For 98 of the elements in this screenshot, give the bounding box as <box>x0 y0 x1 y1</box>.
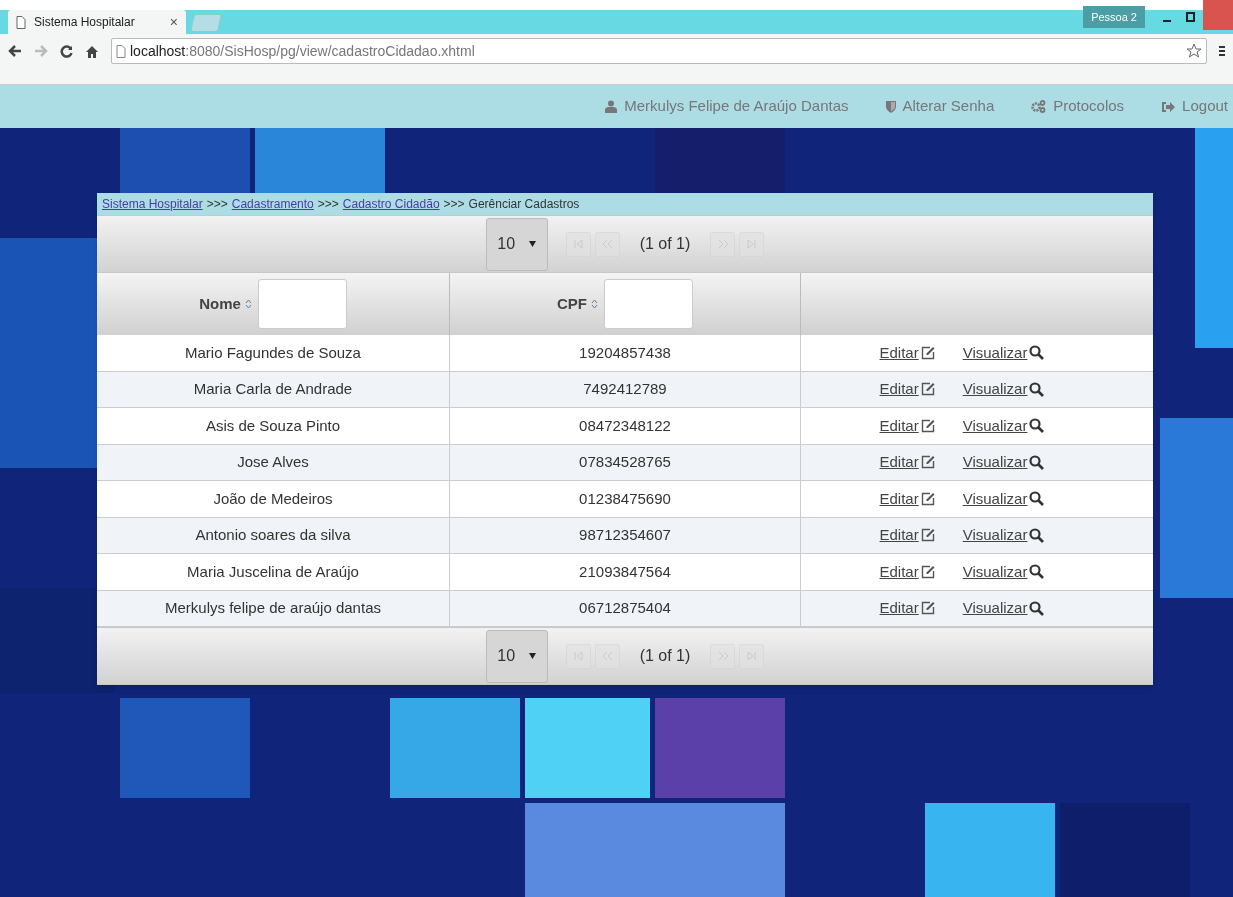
edit-link[interactable]: Editar <box>879 451 935 474</box>
breadcrumb-separator: >>> <box>206 196 228 213</box>
table-cell: Mario Fagundes de Souza <box>97 335 450 371</box>
logout-icon <box>1161 100 1176 113</box>
restore-icon[interactable] <box>1186 12 1195 22</box>
caret-icon <box>529 241 537 247</box>
table-cell: Merkulys felipe de araújo dantas <box>97 590 450 626</box>
filter-field[interactable] <box>604 279 693 329</box>
next-page-icon <box>717 651 728 661</box>
page-report: (1 of 1) <box>639 234 691 254</box>
edit-icon <box>920 491 935 506</box>
first-page-icon <box>573 239 584 249</box>
edit-icon <box>920 455 935 470</box>
breadcrumb-link[interactable]: Sistema Hospitalar <box>102 195 203 213</box>
tab-title: Sistema Hospitalar <box>34 14 135 31</box>
menu-icon[interactable] <box>1219 45 1225 57</box>
search-icon <box>1029 527 1045 543</box>
sort-icon[interactable] <box>591 299 598 309</box>
last-page-icon <box>746 239 757 249</box>
edit-link[interactable]: Editar <box>879 487 935 510</box>
page-icon <box>16 15 26 29</box>
new-tab-button[interactable] <box>190 14 222 32</box>
table-cell: 21093847564 <box>450 554 801 590</box>
table-cell: 19204857438 <box>450 335 801 371</box>
filter-field[interactable] <box>257 279 347 329</box>
browser-tab[interactable]: Sistema Hospitalar × <box>8 10 186 34</box>
table-cell: 7492412789 <box>450 371 801 407</box>
last-page-icon <box>746 651 757 661</box>
view-link[interactable]: Visualizar <box>962 597 1045 620</box>
shield-icon <box>885 100 896 113</box>
reload-icon[interactable] <box>60 44 73 58</box>
close-icon[interactable]: × <box>169 11 178 33</box>
edit-link[interactable]: Editar <box>879 524 935 547</box>
search-icon <box>1029 418 1045 434</box>
column-header[interactable]: CPF <box>450 273 801 335</box>
address-field[interactable]: localhost:8080/SisHosp/pg/view/cadastroCidadao.xhtml <box>111 38 1207 64</box>
view-link[interactable]: Visualizar <box>962 378 1045 401</box>
breadcrumb-link[interactable]: Cadastramento <box>231 195 314 213</box>
column-title: Nome <box>199 293 241 314</box>
table-cell: Asis de Souza Pinto <box>97 408 450 444</box>
breadcrumb-separator: >>> <box>443 196 465 213</box>
search-icon <box>1029 491 1045 507</box>
table-cell: 01238475690 <box>450 481 801 517</box>
view-link[interactable]: Visualizar <box>962 414 1045 437</box>
edit-icon <box>920 528 935 543</box>
edit-icon <box>920 382 935 397</box>
edit-icon <box>920 418 935 433</box>
edit-link[interactable]: Editar <box>879 560 935 583</box>
edit-icon <box>920 601 935 616</box>
back-arrow-icon[interactable] <box>8 45 22 57</box>
edit-link[interactable]: Editar <box>879 341 935 364</box>
search-icon <box>1029 454 1045 470</box>
table-cell: Antonio soares da silva <box>97 517 450 553</box>
sort-icon[interactable] <box>244 299 252 309</box>
search-icon <box>1029 600 1045 616</box>
page-size-dropdown[interactable]: 10 <box>485 629 548 683</box>
table-cell: 06712875404 <box>450 590 801 626</box>
table-cell: 07834528765 <box>450 444 801 480</box>
close-window-button[interactable] <box>1203 0 1233 30</box>
table-cell: Jose Alves <box>97 444 450 480</box>
view-link[interactable]: Visualizar <box>962 524 1045 547</box>
breadcrumb-current: Gerênciar Cadastros <box>468 196 580 213</box>
table-cell: Maria Juscelina de Araújo <box>97 554 450 590</box>
prev-page-icon <box>602 651 613 661</box>
table-cell: 08472348122 <box>450 408 801 444</box>
search-icon <box>1029 564 1045 580</box>
home-icon[interactable] <box>85 44 99 58</box>
search-icon <box>1029 381 1045 397</box>
forward-arrow-icon[interactable] <box>34 45 48 57</box>
edit-link[interactable]: Editar <box>879 414 935 437</box>
first-page-icon <box>573 651 584 661</box>
next-page-icon <box>717 239 728 249</box>
column-header[interactable]: Nome <box>97 273 450 335</box>
search-icon <box>1029 345 1045 361</box>
page-size-dropdown[interactable]: 10 <box>485 217 548 271</box>
page-report: (1 of 1) <box>639 646 691 666</box>
edit-icon <box>920 564 935 579</box>
table-cell: Maria Carla de Andrade <box>97 371 450 407</box>
edit-icon <box>920 345 935 360</box>
star-icon[interactable] <box>1186 43 1202 59</box>
view-link[interactable]: Visualizar <box>962 341 1045 364</box>
breadcrumb-link[interactable]: Cadastro Cidadão <box>342 195 440 213</box>
edit-link[interactable]: Editar <box>879 597 935 620</box>
view-link[interactable]: Visualizar <box>962 451 1045 474</box>
table-cell: João de Medeiros <box>97 481 450 517</box>
breadcrumb-separator: >>> <box>317 196 339 213</box>
gears-icon <box>1031 100 1047 113</box>
view-link[interactable]: Visualizar <box>962 487 1045 510</box>
column-title: CPF <box>557 293 587 314</box>
table-cell: 98712354607 <box>450 517 801 553</box>
prev-page-icon <box>602 239 613 249</box>
view-link[interactable]: Visualizar <box>962 560 1045 583</box>
page-icon <box>116 44 126 58</box>
caret-icon <box>529 653 537 659</box>
url-text: localhost:8080/SisHosp/pg/view/cadastroCidadao.xhtml <box>130 41 475 61</box>
minimize-icon[interactable] <box>1163 20 1171 22</box>
edit-link[interactable]: Editar <box>879 378 935 401</box>
user-icon <box>605 100 618 113</box>
